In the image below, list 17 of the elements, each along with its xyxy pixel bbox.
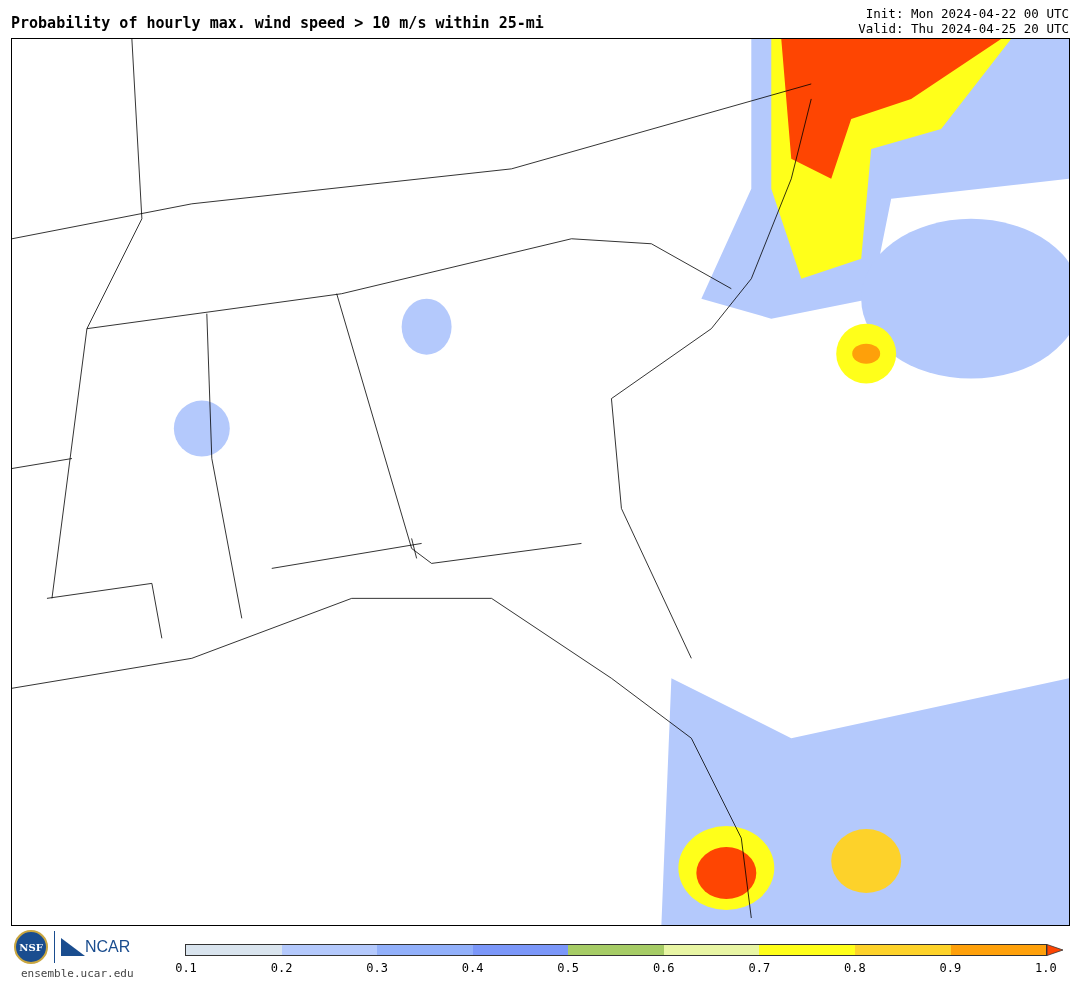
init-time: Init: Mon 2024-04-22 00 UTC: [865, 6, 1069, 21]
color-bar-tick-label: 0.4: [461, 960, 484, 977]
color-bar-tick-label: 0.9: [939, 960, 962, 977]
ncar-logo: NCAR: [85, 937, 131, 957]
chart-title: Probability of hourly max. wind speed > 10 m/s within 25-mi: [11, 12, 544, 34]
nsf-logo: NSF: [14, 930, 48, 964]
website-url: ensemble.ucar.edu: [20, 966, 134, 982]
color-bar-tick-label: 0.1: [175, 960, 197, 977]
ncar-logo-icon: [61, 938, 85, 956]
color-bar-tick-label: 0.8: [843, 960, 866, 977]
valid-time: Valid: Thu 2024-04-25 20 UTC: [858, 21, 1069, 36]
color-bar-tick-label: 0.3: [366, 960, 389, 977]
color-bar-tick-label: 0.2: [270, 960, 293, 977]
color-bar-tick-label: 1.0: [1034, 960, 1057, 977]
color-bar-tick-label: 0.7: [748, 960, 771, 977]
color-bar-tick-label: 0.6: [652, 960, 675, 977]
color-bar-tick-label: 0.5: [557, 960, 580, 977]
